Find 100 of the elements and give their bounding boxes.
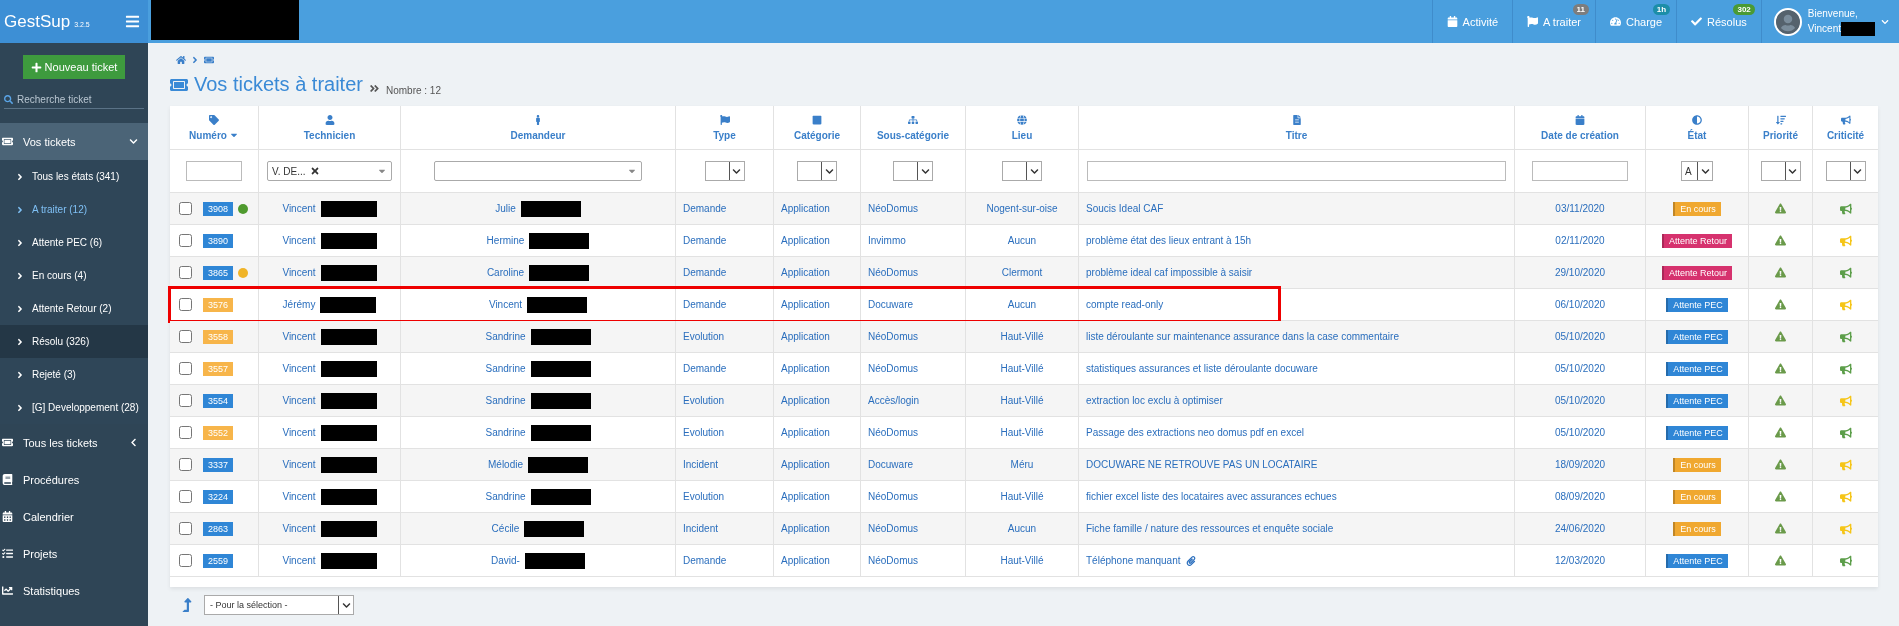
sidebar-item[interactable]: Tous les tickets (0, 424, 148, 461)
column-header[interactable]: Technicien (258, 106, 400, 149)
person-name[interactable]: Vincent (282, 427, 316, 438)
person-name[interactable]: Vincent (282, 555, 316, 566)
person-name[interactable]: Vincent (282, 491, 316, 502)
ticket-title-link[interactable]: DOCUWARE NE RETROUVE PAS UN LOCATAIRE (1086, 459, 1318, 470)
home-icon[interactable] (176, 55, 186, 65)
row-checkbox[interactable] (179, 458, 192, 471)
new-ticket-button[interactable]: Nouveau ticket (22, 55, 126, 79)
sidebar-item[interactable]: Calendrier (0, 498, 148, 535)
ticket-title-link[interactable]: Fiche famille / nature des ressources et enquête sociale (1086, 523, 1334, 534)
search-field[interactable]: Recherche ticket (17, 94, 127, 105)
topbar-item[interactable]: 11 A traiter (1512, 0, 1595, 43)
column-header[interactable]: Date de création (1514, 106, 1645, 149)
filter-select[interactable]: A (1681, 161, 1713, 181)
ticket-title-link[interactable]: problème état des lieux entrant à 15h (1086, 235, 1252, 246)
topbar-item[interactable]: 302 Résolus (1676, 0, 1761, 43)
topbar-item[interactable]: Activité (1431, 0, 1513, 43)
ticket-title-link[interactable]: liste déroulante sur maintenance assurance dans la case commentaire (1086, 331, 1399, 342)
sidebar-item[interactable]: Statistiques (0, 572, 148, 609)
redaction-bar (320, 552, 377, 569)
filter-field[interactable] (1532, 161, 1628, 181)
ticket-title-link[interactable]: problème ideal caf impossible à saisir (1086, 267, 1253, 278)
row-checkbox[interactable] (179, 490, 192, 503)
sidebar-item[interactable]: Procédures (0, 461, 148, 498)
column-header[interactable]: Catégorie (773, 106, 860, 149)
ticket-title-link[interactable]: statistiques assurances et liste déroulante docuware (1086, 363, 1318, 374)
filter-select[interactable] (1760, 161, 1801, 181)
ticket-title-link[interactable]: extraction loc exclu à optimiser (1086, 395, 1223, 406)
menu-button[interactable] (125, 14, 140, 29)
ticket-title-link[interactable]: Soucis Ideal CAF (1086, 203, 1164, 214)
person-name[interactable]: Sandrine (485, 331, 526, 342)
filter-select[interactable] (1002, 161, 1042, 181)
person-name[interactable]: Jérémy (282, 299, 316, 310)
sidebar-item[interactable]: Vos tickets (0, 123, 148, 160)
row-checkbox[interactable] (179, 330, 192, 343)
bulk-action-select[interactable]: - Pour la sélection - (204, 595, 354, 615)
person-name[interactable]: Vincent (282, 267, 316, 278)
sidebar-label: Tous les tickets (23, 436, 98, 449)
ticket-title-link[interactable]: Passage des extractions neo domus pdf en excel (1086, 427, 1304, 438)
person-name[interactable]: Sandrine (485, 363, 526, 374)
filter-select[interactable] (704, 161, 745, 181)
topbar-item[interactable]: 1h Charge (1595, 0, 1677, 43)
row-checkbox[interactable] (179, 394, 192, 407)
ticket-title-link[interactable]: fichier excel liste des locataires avec assurances echues (1086, 491, 1337, 502)
person-name[interactable]: Vincent (282, 459, 316, 470)
person-name[interactable]: Vincent (282, 523, 316, 534)
ticket-number: 3554 (203, 393, 234, 408)
filter-field[interactable] (1087, 161, 1506, 181)
column-header[interactable]: Lieu (965, 106, 1078, 149)
row-checkbox[interactable] (179, 202, 192, 215)
person-name[interactable]: Sandrine (485, 395, 526, 406)
ticket-number: 3908 (203, 201, 234, 216)
clear-icon[interactable] (309, 166, 320, 176)
person-name[interactable]: Vincent (488, 299, 523, 310)
person-name[interactable]: Vincent (282, 235, 316, 246)
column-header[interactable]: Criticité (1812, 106, 1878, 149)
sidebar-item[interactable]: Projets (0, 535, 148, 572)
ticket-icon[interactable] (204, 55, 214, 65)
person-name[interactable]: Cécile (491, 523, 520, 534)
column-header[interactable]: Demandeur (400, 106, 675, 149)
row-checkbox[interactable] (179, 554, 192, 567)
person-name[interactable]: David- (491, 555, 520, 566)
redaction-bar (530, 360, 591, 377)
column-header[interactable]: Sous-catégorie (860, 106, 965, 149)
filter-select[interactable] (797, 161, 837, 181)
row-checkbox[interactable] (179, 266, 192, 279)
chevron-icon (129, 438, 138, 447)
column-header[interactable]: Numéro (170, 106, 258, 149)
person-name[interactable]: Vincent (282, 363, 316, 374)
column-header[interactable]: Titre (1078, 106, 1514, 149)
ticket-title-link[interactable]: Téléphone manquant (1086, 555, 1181, 566)
warning-icon (1775, 235, 1786, 246)
redaction-bar (530, 424, 591, 441)
row-checkbox[interactable] (179, 362, 192, 375)
row-checkbox[interactable] (179, 522, 192, 535)
filter-select[interactable]: V. DE... (267, 161, 392, 181)
chevron-icon[interactable] (1881, 17, 1889, 26)
column-header[interactable]: Priorité (1748, 106, 1812, 149)
person-name[interactable]: Mélodie (488, 459, 523, 470)
ticket-title-link[interactable]: compte read-only (1086, 299, 1164, 310)
person-name[interactable]: Julie (495, 203, 516, 214)
row-checkbox[interactable] (179, 426, 192, 439)
person-name[interactable]: Hermine (486, 235, 525, 246)
person-name[interactable]: Sandrine (485, 491, 526, 502)
person-name[interactable]: Vincent (282, 331, 316, 342)
row-checkbox[interactable] (179, 234, 192, 247)
column-header[interactable]: État (1645, 106, 1748, 149)
filter-field[interactable] (186, 161, 242, 181)
table-cell: 05/10/2020 (1514, 385, 1645, 416)
sidebar-subitem[interactable]: Résolu (326) (0, 325, 148, 358)
person-name[interactable]: Vincent (282, 203, 316, 214)
row-checkbox[interactable] (179, 298, 192, 311)
table-cell: NéoDomus (860, 353, 965, 384)
filter-select[interactable] (1825, 161, 1866, 181)
person-name[interactable]: Sandrine (485, 427, 526, 438)
column-header[interactable]: Type (675, 106, 773, 149)
person-name[interactable]: Caroline (486, 267, 525, 278)
filter-select[interactable] (893, 161, 933, 181)
person-name[interactable]: Vincent (282, 395, 316, 406)
